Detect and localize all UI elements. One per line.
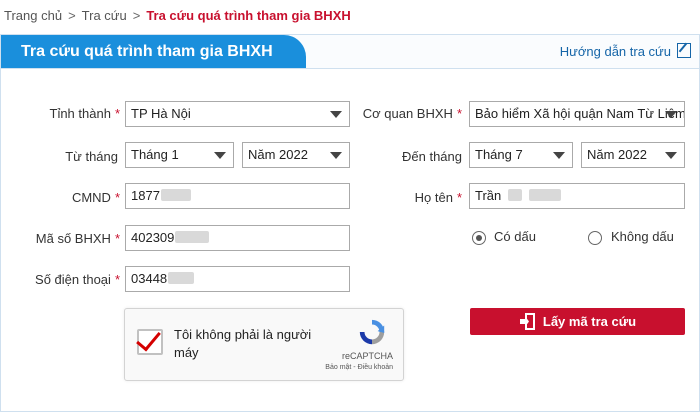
id-input[interactable]: 1877 bbox=[125, 183, 350, 209]
phone-label: Số điện thoại * bbox=[35, 272, 120, 287]
checkmark-icon bbox=[136, 325, 161, 352]
id-label: CMND * bbox=[71, 190, 120, 205]
login-icon bbox=[519, 313, 535, 330]
phone-input[interactable]: 03448 bbox=[125, 266, 350, 292]
breadcrumb-home-link[interactable]: Trang chủ bbox=[4, 8, 62, 23]
accent-no-label[interactable]: Không dấu bbox=[611, 229, 674, 244]
province-label: Tỉnh thành * bbox=[49, 106, 121, 121]
breadcrumb: Trang chủ > Tra cứu > Tra cứu quá trình tham… bbox=[4, 8, 351, 23]
breadcrumb-lookup-link[interactable]: Tra cứu bbox=[82, 8, 127, 23]
to-year-select[interactable]: Năm 2022 bbox=[581, 142, 685, 168]
get-lookup-code-button[interactable]: Lấy mã tra cứu bbox=[470, 308, 685, 335]
recaptcha-links[interactable]: Bảo mật - Điều khoản bbox=[325, 364, 393, 371]
from-month-label: Từ tháng bbox=[65, 149, 118, 164]
submit-label: Lấy mã tra cứu bbox=[542, 314, 637, 329]
agency-select[interactable]: Bảo hiểm Xã hội quận Nam Từ Liêm bbox=[469, 101, 685, 127]
accent-yes-radio[interactable] bbox=[472, 231, 486, 245]
masked-text bbox=[529, 189, 562, 201]
insurance-label: Mã số BHXH * bbox=[35, 231, 120, 246]
recaptcha-brand: reCAPTCHA bbox=[341, 351, 393, 361]
province-select[interactable]: TP Hà Nội bbox=[125, 101, 350, 127]
accent-yes-label[interactable]: Có dấu bbox=[494, 229, 536, 244]
accent-no-radio[interactable] bbox=[588, 231, 602, 245]
masked-text bbox=[508, 189, 523, 201]
panel-title: Tra cứu quá trình tham gia BHXH bbox=[1, 35, 306, 68]
recaptcha-label: Tôi không phải là người máy bbox=[174, 327, 312, 360]
masked-text bbox=[168, 272, 195, 284]
agency-label: Cơ quan BHXH * bbox=[362, 106, 462, 121]
name-label: Họ tên * bbox=[414, 190, 462, 205]
breadcrumb-current: Tra cứu quá trình tham gia BHXH bbox=[146, 8, 351, 23]
from-year-select[interactable]: Năm 2022 bbox=[242, 142, 350, 168]
edit-icon bbox=[677, 43, 691, 58]
recaptcha-checkbox[interactable] bbox=[136, 325, 163, 355]
breadcrumb-separator: > bbox=[68, 8, 76, 23]
panel-header: Tra cứu quá trình tham gia BHXH Hướng dẫ… bbox=[1, 35, 699, 69]
to-month-select[interactable]: Tháng 7 bbox=[469, 142, 573, 168]
masked-text bbox=[175, 231, 210, 243]
recaptcha-logo-icon bbox=[359, 319, 385, 345]
to-month-label: Đến tháng bbox=[402, 149, 462, 164]
name-input[interactable]: Trần bbox=[469, 183, 685, 209]
guide-link[interactable]: Hướng dẫn tra cứu bbox=[560, 43, 691, 59]
breadcrumb-separator: > bbox=[132, 8, 141, 23]
guide-link-label: Hướng dẫn tra cứu bbox=[559, 44, 671, 59]
insurance-number-input[interactable]: 402309 bbox=[125, 225, 350, 251]
masked-text bbox=[160, 189, 191, 201]
recaptcha-widget: Tôi không phải là người máy reCAPTCHA Bả… bbox=[124, 308, 404, 381]
from-month-select[interactable]: Tháng 1 bbox=[125, 142, 234, 168]
